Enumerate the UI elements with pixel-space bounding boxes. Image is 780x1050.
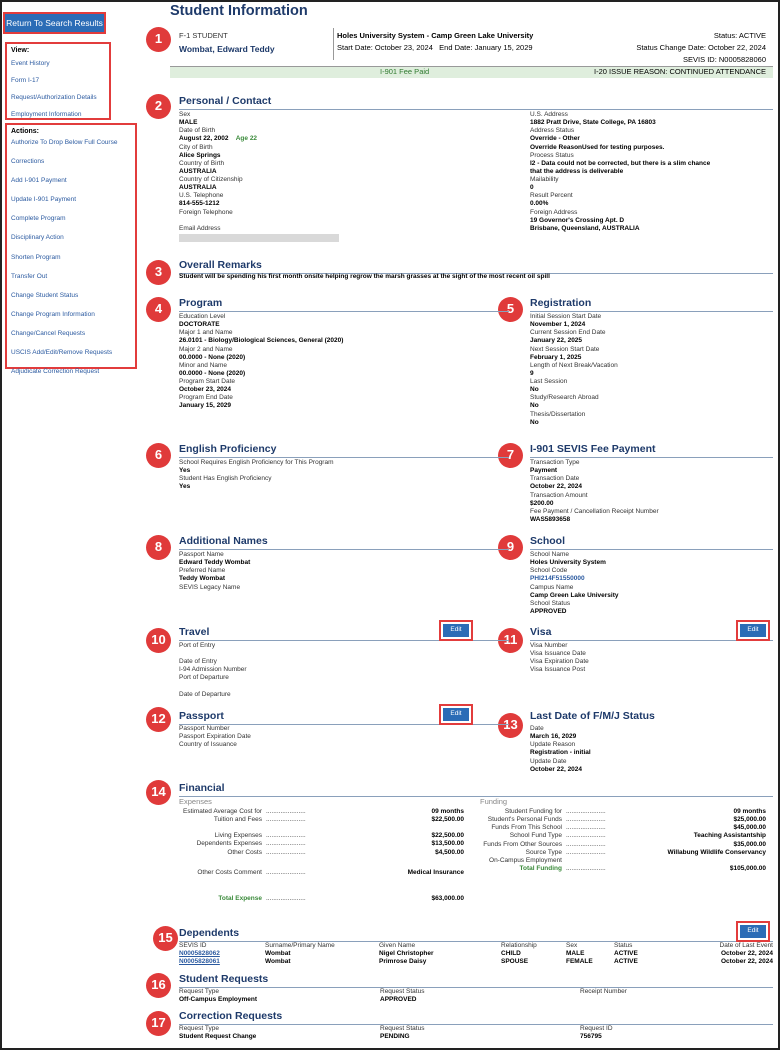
- view-link-form-i17[interactable]: Form I-17: [11, 77, 105, 85]
- student-name: Wombat, Edward Teddy: [179, 44, 275, 54]
- personal-left: Sex MALE Date of Birth August 22, 2002 Age…: [179, 111, 509, 242]
- view-link-event-history[interactable]: Event History: [11, 60, 105, 68]
- action-change-status[interactable]: Change Student Status: [11, 292, 131, 300]
- dependents-header: SEVIS ID Surname/Primary Name Given Name…: [179, 942, 773, 949]
- action-adjudicate-correction[interactable]: Adjudicate Correction Request: [11, 368, 131, 376]
- remarks-text: Student will be spending his first month…: [179, 273, 550, 280]
- status-change-date: Status Change Date: October 22, 2024: [636, 43, 766, 52]
- actions-heading: Actions:: [11, 128, 39, 135]
- action-transfer-out[interactable]: Transfer Out: [11, 273, 131, 281]
- action-authorize-drop[interactable]: Authorize To Drop Below Full Course: [11, 139, 131, 147]
- school-name: Holes University System - Camp Green Lak…: [337, 31, 534, 40]
- student-type: F-1 STUDENT: [179, 31, 228, 40]
- travel-edit-button[interactable]: Edit: [439, 620, 473, 641]
- redacted-email: [179, 233, 339, 242]
- passport-edit-button[interactable]: Edit: [439, 704, 473, 725]
- student-request-type: Request Type Off-Campus Employment: [179, 988, 258, 1004]
- action-shorten-program[interactable]: Shorten Program: [11, 254, 131, 262]
- dependents-edit-button[interactable]: Edit: [736, 921, 770, 942]
- action-complete-program[interactable]: Complete Program: [11, 215, 131, 223]
- section-registration: Registration: [530, 297, 773, 313]
- badge-17: 17: [146, 1011, 171, 1036]
- action-disciplinary[interactable]: Disciplinary Action: [11, 234, 131, 242]
- badge-15: 15: [153, 926, 178, 951]
- issue-reason: I-20 ISSUE REASON: CONTINUED ATTENDANCE: [594, 67, 766, 76]
- dependent-sevis-link[interactable]: N0005828062: [177, 950, 263, 958]
- fee-status: I-901 Fee Paid: [380, 67, 430, 76]
- section-school: School: [530, 535, 773, 551]
- visa-edit-button[interactable]: Edit: [736, 620, 770, 641]
- correction-request-type: Request Type Student Request Change: [179, 1025, 257, 1041]
- badge-6: 6: [146, 443, 171, 468]
- correction-request-id: Request ID 756795: [580, 1025, 613, 1041]
- section-student-requests: Student Requests: [179, 973, 773, 989]
- view-menu: View: Event History Form I-17 Request/Au…: [5, 42, 111, 120]
- badge-1: 1: [146, 27, 171, 52]
- badge-8: 8: [146, 535, 171, 560]
- actions-menu: Actions: Authorize To Drop Below Full Co…: [5, 123, 137, 375]
- expenses-table: Estimated Average Cost for..............…: [182, 808, 464, 902]
- action-update-i901[interactable]: Update I-901 Payment: [11, 196, 131, 204]
- dependent-sevis-link[interactable]: N0005828061: [177, 958, 263, 966]
- age: Age 22: [235, 135, 258, 143]
- section-program: Program: [179, 297, 509, 313]
- badge-2: 2: [146, 94, 171, 119]
- expenses-heading: Expenses: [179, 797, 212, 806]
- visa-fields: Visa Number Visa Issuance Date Visa Expi…: [530, 642, 589, 674]
- section-correction-requests: Correction Requests: [179, 1010, 773, 1026]
- action-uscis-requests[interactable]: USCIS Add/Edit/Remove Requests: [11, 349, 131, 357]
- student-request-receipt: Receipt Number: [580, 988, 627, 995]
- registration-fields: Initial Session Start Date November 1, 20…: [530, 313, 618, 426]
- last-date-fields: Date March 16, 2029 Update Reason Registra…: [530, 725, 591, 773]
- action-corrections[interactable]: Corrections: [11, 158, 131, 166]
- section-personal: Personal / Contact: [179, 95, 773, 111]
- correction-request-status: Request Status PENDING: [380, 1025, 425, 1041]
- badge-10: 10: [146, 628, 171, 653]
- action-add-i901[interactable]: Add I-901 Payment: [11, 177, 131, 185]
- program-dates: Start Date: October 23, 2024 End Date: J…: [337, 43, 533, 52]
- action-change-cancel-requests[interactable]: Change/Cancel Requests: [11, 330, 131, 338]
- table-row: N0005828062 Wombat Nigel Christopher CHIL…: [177, 950, 773, 958]
- funding-heading: Funding: [480, 797, 508, 806]
- school-fields: School Name Holes University System Schoo…: [530, 551, 619, 615]
- personal-right: U.S. Address 1882 Pratt Drive, State Coll…: [530, 111, 711, 232]
- dependents-table: SEVIS ID Surname/Primary Name Given Name…: [177, 942, 775, 966]
- section-sevis-fee: I-901 SEVIS Fee Payment: [530, 443, 773, 459]
- return-to-search-button[interactable]: Return To Search Results: [3, 12, 106, 34]
- section-last-date: Last Date of F/M/J Status: [530, 710, 655, 722]
- page-title: Student Information: [170, 3, 308, 19]
- english-fields: School Requires English Proficiency for …: [179, 459, 334, 491]
- view-heading: View:: [11, 47, 30, 54]
- passport-fields: Passport Number Passport Expiration Date…: [179, 725, 251, 749]
- table-row: N0005828061 Wombat Primrose Daisy SPOUSE F…: [177, 958, 773, 966]
- names-fields: Passport Name Edward Teddy Wombat Preferr…: [179, 551, 251, 591]
- badge-12: 12: [146, 707, 171, 732]
- view-link-employment[interactable]: Employment Information: [11, 111, 105, 119]
- divider: [333, 28, 334, 60]
- section-english: English Proficiency: [179, 443, 509, 459]
- sevis-id: SEVIS ID: N0005828060: [683, 55, 766, 64]
- section-dependents: Dependents: [179, 927, 773, 943]
- program-fields: Education Level DOCTORATE Major 1 and Nam…: [179, 313, 344, 410]
- funding-table: Student Funding for.....................…: [483, 808, 766, 872]
- badge-3: 3: [146, 260, 171, 285]
- section-financial: Financial: [179, 782, 773, 798]
- status: Status: ACTIVE: [713, 31, 766, 40]
- student-request-status: Request Status APPROVED: [380, 988, 425, 1004]
- badge-4: 4: [146, 297, 171, 322]
- section-remarks: Overall Remarks: [179, 259, 773, 275]
- action-change-program[interactable]: Change Program Information: [11, 311, 131, 319]
- badge-14: 14: [146, 780, 171, 805]
- travel-fields: Port of Entry Date of Entry I-94 Admissi…: [179, 642, 247, 698]
- school-code[interactable]: PHI214F51550000: [530, 575, 619, 583]
- badge-16: 16: [146, 973, 171, 998]
- section-names: Additional Names: [179, 535, 509, 551]
- view-link-request-details[interactable]: Request/Authorization Details: [11, 94, 105, 102]
- sevis-fee-fields: Transaction Type Payment Transaction Date…: [530, 459, 659, 523]
